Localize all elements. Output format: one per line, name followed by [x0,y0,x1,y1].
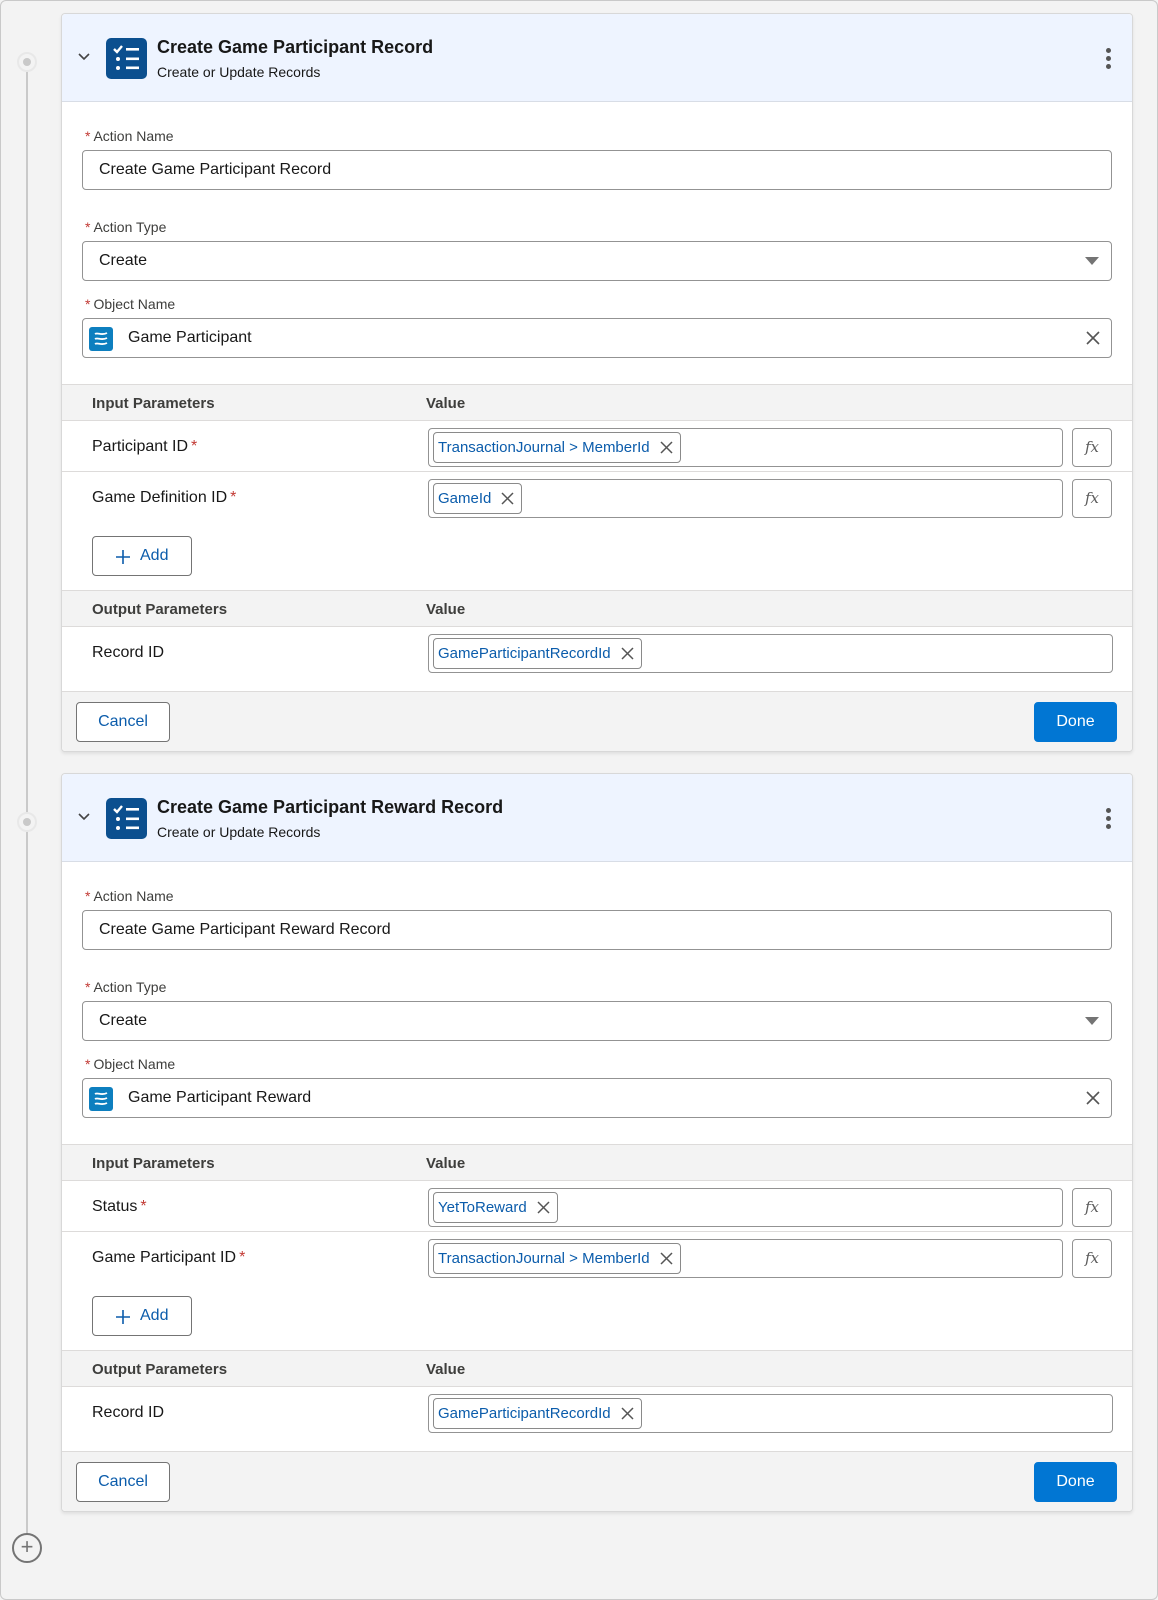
action-type-select[interactable]: Create [82,1001,1112,1041]
resource-pill[interactable]: GameParticipantRecordId [433,1398,642,1429]
output-parameters-header: Output Parameters Value [62,1350,1132,1387]
card-header: Create Game Participant Record Create or… [62,14,1132,102]
close-icon[interactable] [660,1252,673,1265]
param-label: Participant ID * [92,438,198,455]
plus-icon [116,1310,130,1324]
param-label: Game Participant ID * [92,1249,246,1266]
param-label: Status * [92,1198,147,1215]
caret-down-icon [1085,1017,1099,1025]
add-circle-icon: + [20,1534,34,1559]
close-icon[interactable] [537,1201,550,1214]
flow-node-dot [17,52,37,72]
action-card: Create Game Participant Reward Record Cr… [61,773,1133,1512]
action-card: Create Game Participant Record Create or… [61,13,1133,752]
action-type-value: Create [99,252,148,269]
flow-node-dot [17,812,37,832]
resource-pill[interactable]: GameId [433,483,523,514]
card-footer: Cancel Done [62,691,1132,751]
close-icon[interactable] [1085,1090,1101,1106]
card-header: Create Game Participant Reward Record Cr… [62,774,1132,862]
resource-pill[interactable]: YetToReward [433,1192,558,1223]
object-name-label: * Object Name [85,296,176,312]
game-object-icon [89,1087,113,1111]
resource-pill[interactable]: TransactionJournal > MemberId [433,1243,681,1274]
param-value-field[interactable]: GameId [428,479,1063,518]
action-type-label: * Action Type [85,219,167,235]
caret-down-icon [1085,257,1099,265]
checklist-icon [106,38,147,79]
action-name-input[interactable]: Create Game Participant Record [82,150,1112,190]
close-icon[interactable] [1085,330,1101,346]
input-param-row: Game Participant ID * TransactionJournal … [62,1232,1132,1283]
close-icon[interactable] [621,1407,634,1420]
done-button[interactable]: Done [1034,702,1117,742]
action-type-select[interactable]: Create [82,241,1112,281]
close-icon[interactable] [621,647,634,660]
action-name-input[interactable]: Create Game Participant Reward Record [82,910,1112,950]
action-type-value: Create [99,1012,148,1029]
fx-formula-icon[interactable]: fx [1072,428,1112,467]
cancel-button[interactable]: Cancel [76,702,170,742]
card-title: Create Game Participant Reward Record [157,797,504,817]
param-value-field[interactable]: TransactionJournal > MemberId [428,1239,1063,1278]
param-value-field[interactable]: GameParticipantRecordId [428,634,1113,673]
input-param-row: Status * YetToReward fx [62,1181,1132,1232]
add-parameter-button[interactable]: Add [92,536,192,576]
plus-icon [116,550,130,564]
cancel-button[interactable]: Cancel [76,1462,170,1502]
card-footer: Cancel Done [62,1451,1132,1511]
kebab-menu-icon[interactable] [1102,48,1114,70]
input-parameters-header: Input Parameters Value [62,384,1132,421]
object-name-field[interactable]: Game Participant [82,318,1112,358]
close-icon[interactable] [660,441,673,454]
fx-formula-icon[interactable]: fx [1072,1239,1112,1278]
flow-connector-line [26,64,28,1534]
chevron-down-icon[interactable] [76,48,92,64]
card-title: Create Game Participant Record [157,37,434,57]
input-param-row: Game Definition ID * GameId fx [62,472,1132,523]
param-label: Game Definition ID * [92,489,237,506]
object-name-value: Game Participant [128,329,252,346]
card-subtitle: Create or Update Records [157,64,321,80]
action-name-label: * Action Name [85,128,174,144]
param-value-field[interactable]: TransactionJournal > MemberId [428,428,1063,467]
object-name-value: Game Participant Reward [128,1089,312,1106]
resource-pill[interactable]: GameParticipantRecordId [433,638,642,669]
output-param-row: Record ID GameParticipantRecordId [62,1387,1132,1438]
fx-formula-icon[interactable]: fx [1072,479,1112,518]
object-name-field[interactable]: Game Participant Reward [82,1078,1112,1118]
param-label: Record ID [92,1404,165,1421]
add-parameter-button[interactable]: Add [92,1296,192,1336]
game-object-icon [89,327,113,351]
action-name-label: * Action Name [85,888,174,904]
param-value-field[interactable]: YetToReward [428,1188,1063,1227]
close-icon[interactable] [501,492,514,505]
param-label: Record ID [92,644,165,661]
checklist-icon [106,798,147,839]
done-button[interactable]: Done [1034,1462,1117,1502]
input-param-row: Participant ID * TransactionJournal > Mem… [62,421,1132,472]
output-param-row: Record ID GameParticipantRecordId [62,627,1132,678]
output-parameters-header: Output Parameters Value [62,590,1132,627]
fx-formula-icon[interactable]: fx [1072,1188,1112,1227]
action-type-label: * Action Type [85,979,167,995]
object-name-label: * Object Name [85,1056,176,1072]
input-parameters-header: Input Parameters Value [62,1144,1132,1181]
param-value-field[interactable]: GameParticipantRecordId [428,1394,1113,1433]
card-subtitle: Create or Update Records [157,824,321,840]
add-element-button[interactable]: + [12,1533,42,1563]
resource-pill[interactable]: TransactionJournal > MemberId [433,432,681,463]
kebab-menu-icon[interactable] [1102,808,1114,830]
chevron-down-icon[interactable] [76,808,92,824]
